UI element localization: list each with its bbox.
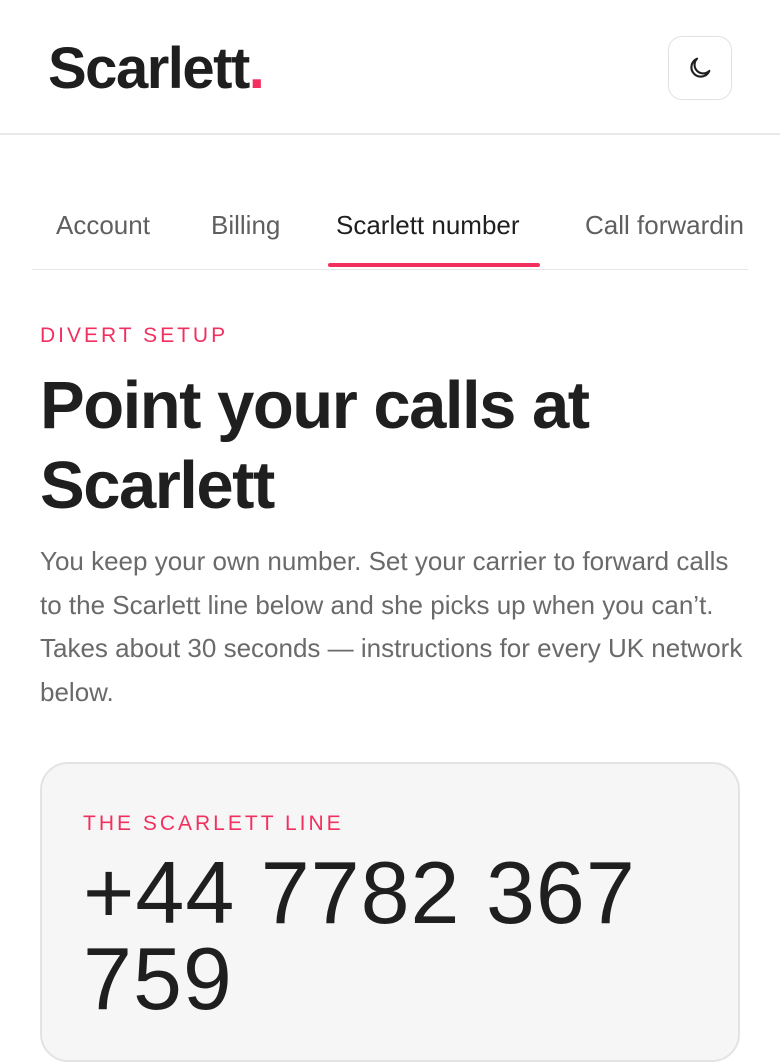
active-tab-indicator xyxy=(328,263,540,267)
tab-billing[interactable]: Billing xyxy=(211,208,280,242)
tab-call-forwarding[interactable]: Call forwardin xyxy=(585,208,744,242)
app-header: Scarlett. xyxy=(0,0,780,135)
logo-dot: . xyxy=(248,36,265,101)
tab-account[interactable]: Account xyxy=(56,208,150,242)
logo-text: Scarlett xyxy=(48,36,250,101)
section-eyebrow: DIVERT SETUP xyxy=(40,324,229,347)
logo[interactable]: Scarlett. xyxy=(48,36,265,102)
tab-scarlett-number[interactable]: Scarlett number xyxy=(336,208,520,242)
scarlett-phone-number[interactable]: +44 7782 367 759 xyxy=(83,849,703,1023)
card-eyebrow: THE SCARLETT LINE xyxy=(83,812,344,835)
settings-tabs: Account Billing Scarlett number Call for… xyxy=(32,180,748,270)
intro-text: You keep your own number. Set your carri… xyxy=(40,546,743,707)
theme-toggle-button[interactable] xyxy=(668,36,732,100)
moon-icon xyxy=(690,57,711,78)
scarlett-line-card: THE SCARLETT LINE +44 7782 367 759 xyxy=(40,762,740,1062)
page-title: Point your calls at Scarlett xyxy=(40,368,590,523)
